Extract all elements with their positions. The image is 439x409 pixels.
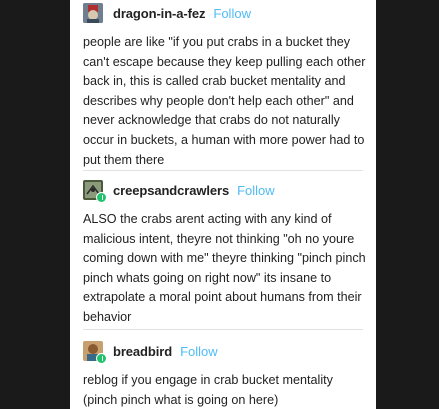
post-header: breadbird Follow [83,340,368,364]
follow-button[interactable]: Follow [237,183,275,198]
reblog-chain-card: dragon-in-a-fez Follow people are like "… [70,0,376,409]
screenshot-frame: dragon-in-a-fez Follow people are like "… [0,0,439,409]
insect-avatar-icon[interactable] [83,180,107,203]
bird-avatar-icon[interactable] [83,341,107,364]
post-text: people are like "if you put crabs in a b… [83,35,366,167]
username[interactable]: breadbird [113,344,172,359]
checkmark-badge-icon [96,353,107,364]
username[interactable]: dragon-in-a-fez [113,6,205,21]
username[interactable]: creepsandcrawlers [113,183,229,198]
follow-button[interactable]: Follow [180,344,218,359]
post-header: creepsandcrawlers Follow [83,179,368,203]
post-dragon-in-a-fez: dragon-in-a-fez Follow people are like "… [83,2,368,170]
divider [83,329,363,330]
checkmark-badge-icon [96,192,107,203]
post-breadbird: breadbird Follow reblog if you engage in… [83,340,368,409]
post-header: dragon-in-a-fez Follow [83,2,368,24]
post-text: reblog if you engage in crab bucket ment… [83,373,333,407]
follow-button[interactable]: Follow [213,6,251,21]
fez-avatar-icon[interactable] [83,3,103,23]
post-text: ALSO the crabs arent acting with any kin… [83,212,366,324]
post-creepsandcrawlers: creepsandcrawlers Follow ALSO the crabs … [83,179,368,328]
divider [83,170,363,171]
